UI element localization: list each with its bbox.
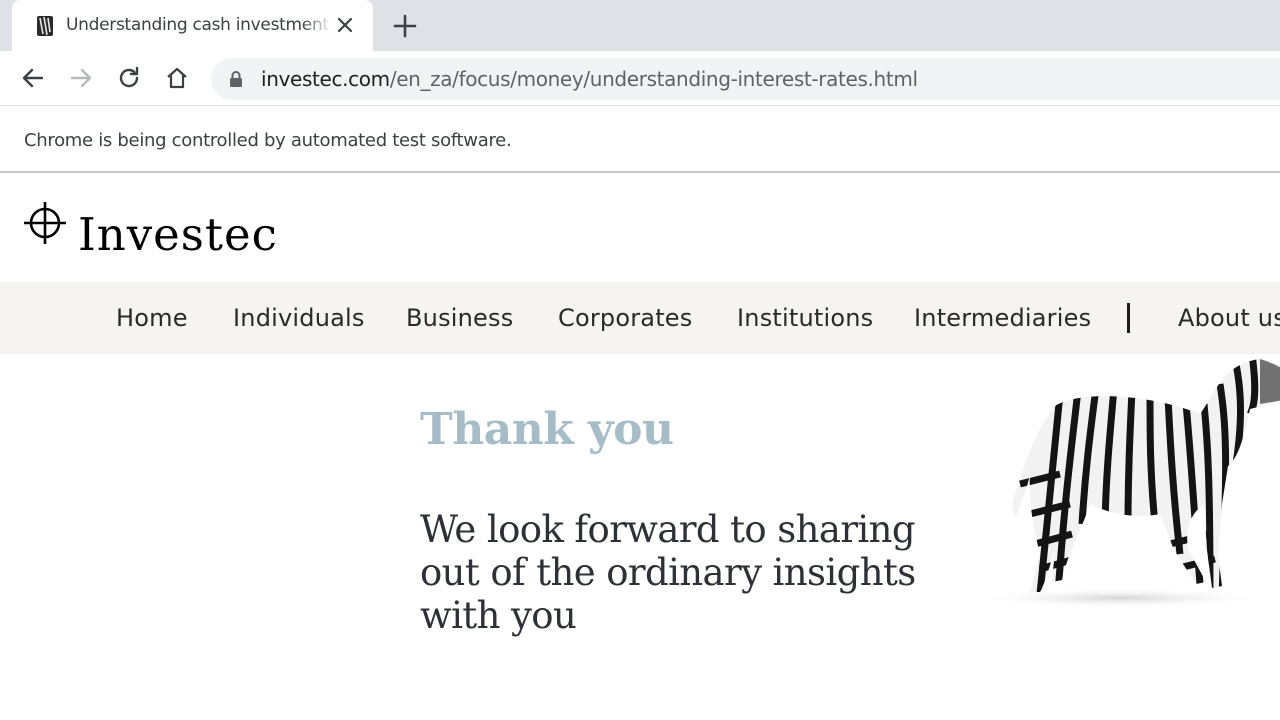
- address-bar[interactable]: investec.com/en_za/focus/money/understan…: [211, 58, 1280, 100]
- url-path: /en_za/focus/money/understanding-interes…: [389, 67, 918, 91]
- nav-item-institutions[interactable]: Institutions: [737, 304, 873, 332]
- browser-tab[interactable]: Understanding cash investment in: [12, 0, 373, 51]
- brand-logo[interactable]: Investec: [78, 208, 278, 261]
- forward-arrow-icon[interactable]: [68, 65, 94, 91]
- url-text[interactable]: investec.com/en_za/focus/money/understan…: [261, 67, 918, 91]
- crosshair-logo-icon[interactable]: [24, 202, 68, 246]
- browser-toolbar: investec.com/en_za/focus/money/understan…: [0, 51, 1280, 106]
- page-title: Thank you: [420, 404, 674, 455]
- nav-item-about-us[interactable]: About us: [1178, 304, 1280, 332]
- url-domain: investec.com: [261, 67, 390, 91]
- reload-icon[interactable]: [116, 65, 142, 91]
- lock-icon[interactable]: [229, 70, 243, 88]
- nav-item-home[interactable]: Home: [116, 304, 188, 332]
- nav-item-individuals[interactable]: Individuals: [233, 304, 365, 332]
- nav-item-intermediaries[interactable]: Intermediaries: [914, 304, 1091, 332]
- infobar-message: Chrome is being controlled by automated …: [24, 130, 512, 151]
- zebra-favicon-icon: [37, 16, 53, 36]
- automation-infobar: Chrome is being controlled by automated …: [0, 107, 1280, 173]
- new-tab-icon[interactable]: [392, 13, 418, 39]
- nav-divider: [1127, 303, 1130, 333]
- close-icon[interactable]: [334, 14, 356, 36]
- browser-tab-strip: Understanding cash investment in: [0, 0, 1280, 51]
- back-arrow-icon[interactable]: [20, 65, 46, 91]
- home-icon[interactable]: [164, 65, 190, 91]
- main-content: Thank you We look forward to sharing out…: [0, 354, 1280, 720]
- main-navigation: Home Individuals Business Corporates Ins…: [0, 282, 1280, 354]
- nav-item-business[interactable]: Business: [406, 304, 513, 332]
- thank-you-message: We look forward to sharing out of the or…: [420, 508, 916, 637]
- tab-title: Understanding cash investment in: [66, 15, 328, 35]
- site-header: Investec: [0, 175, 1280, 282]
- zebra-image: [970, 359, 1280, 608]
- nav-item-corporates[interactable]: Corporates: [558, 304, 692, 332]
